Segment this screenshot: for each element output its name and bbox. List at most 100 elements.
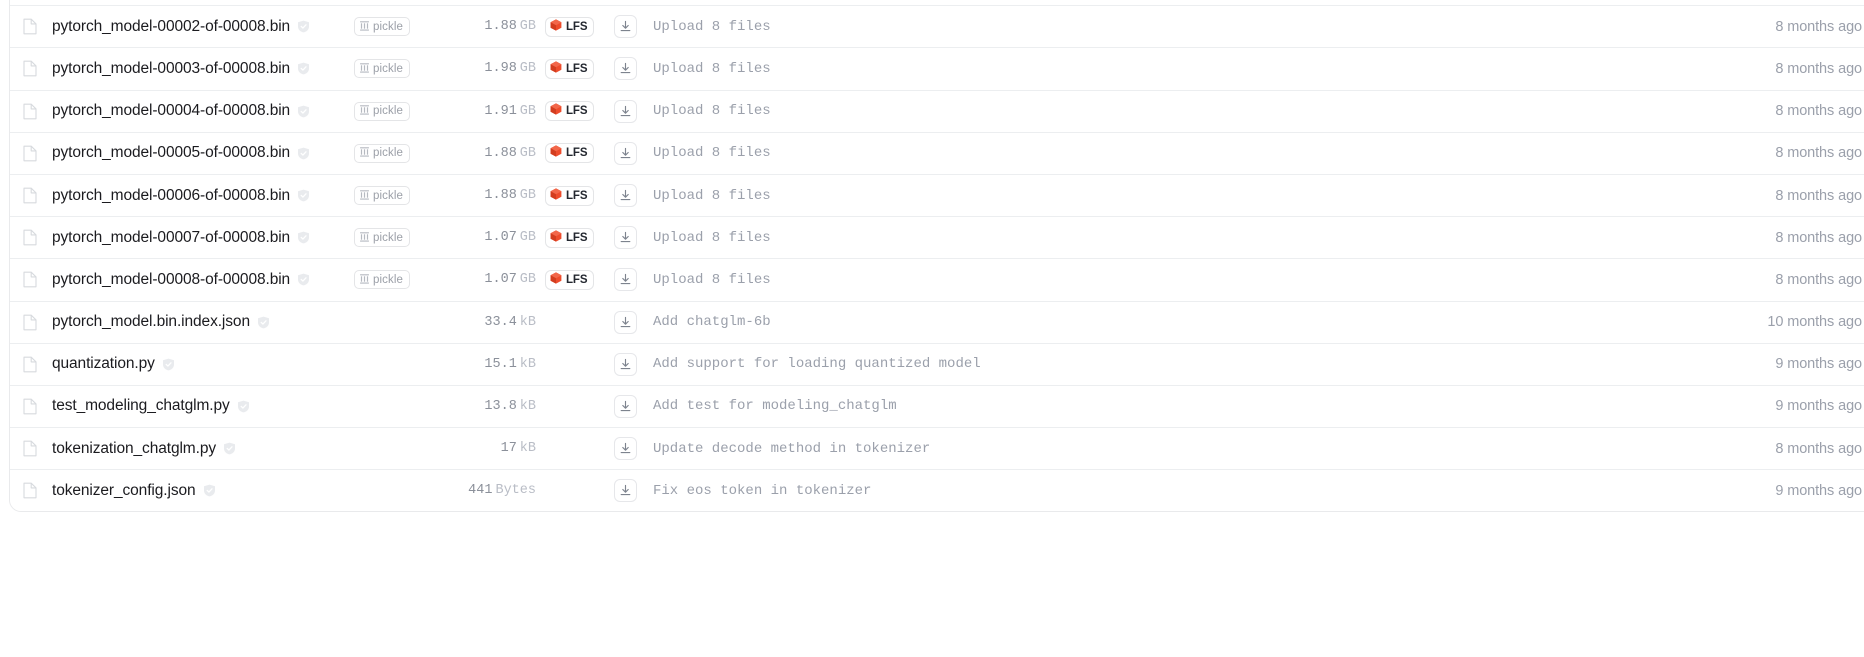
- lfs-badge[interactable]: LFS: [545, 269, 595, 290]
- file-name-cell[interactable]: tokenization_chatglm.py: [52, 440, 342, 458]
- table-row[interactable]: pytorch_model-00005-of-00008.bin pickle 1.…: [10, 131, 1864, 174]
- shield-check-icon[interactable]: [297, 62, 310, 75]
- shield-check-icon[interactable]: [297, 189, 310, 202]
- lfs-cell: LFS: [536, 58, 598, 79]
- table-row[interactable]: tokenization_chatglm.py 17 kB Update decode…: [10, 427, 1864, 470]
- shield-check-icon[interactable]: [257, 316, 270, 329]
- download-icon: [619, 358, 632, 371]
- commit-message[interactable]: Upload 8 files: [653, 19, 1662, 35]
- shield-check-icon[interactable]: [297, 147, 310, 160]
- table-row[interactable]: pytorch_model-00007-of-00008.bin pickle 1.…: [10, 216, 1864, 259]
- file-name-link[interactable]: pytorch_model-00002-of-00008.bin: [52, 18, 290, 36]
- shield-check-icon[interactable]: [162, 358, 175, 371]
- lfs-badge[interactable]: LFS: [545, 58, 595, 79]
- file-name-cell[interactable]: pytorch_model-00005-of-00008.bin: [52, 144, 342, 162]
- file-name-cell[interactable]: pytorch_model-00002-of-00008.bin: [52, 18, 342, 36]
- download-cell: [598, 57, 653, 81]
- file-name-cell[interactable]: test_modeling_chatglm.py: [52, 397, 342, 415]
- file-name-cell[interactable]: pytorch_model-00007-of-00008.bin: [52, 229, 342, 247]
- pickle-badge[interactable]: pickle: [354, 270, 411, 290]
- table-row[interactable]: pytorch_model-00003-of-00008.bin pickle 1.…: [10, 47, 1864, 90]
- file-name-link[interactable]: pytorch_model-00004-of-00008.bin: [52, 102, 290, 120]
- file-name-link[interactable]: pytorch_model-00008-of-00008.bin: [52, 271, 290, 289]
- commit-message[interactable]: Upload 8 files: [653, 145, 1662, 161]
- file-name-link[interactable]: tokenizer_config.json: [52, 482, 196, 500]
- file-name-cell[interactable]: pytorch_model-00004-of-00008.bin: [52, 102, 342, 120]
- pickle-badge[interactable]: pickle: [354, 101, 411, 121]
- shield-check-icon[interactable]: [297, 20, 310, 33]
- commit-timestamp: 8 months ago: [1775, 145, 1862, 162]
- table-row[interactable]: test_modeling_chatglm.py 13.8 kB Add test f…: [10, 384, 1864, 428]
- download-button[interactable]: [614, 479, 637, 503]
- pickle-badge[interactable]: pickle: [354, 17, 411, 37]
- download-button[interactable]: [614, 268, 637, 292]
- file-size-value: 17: [500, 441, 517, 457]
- lfs-badge-label: LFS: [566, 105, 588, 118]
- file-name-link[interactable]: pytorch_model-00003-of-00008.bin: [52, 60, 290, 78]
- file-name-cell[interactable]: quantization.py: [52, 355, 342, 373]
- file-name-link[interactable]: pytorch_model.bin.index.json: [52, 313, 250, 331]
- download-button[interactable]: [614, 141, 637, 165]
- table-row[interactable]: pytorch_model-00004-of-00008.bin pickle 1.…: [10, 89, 1864, 132]
- lfs-badge-label: LFS: [566, 147, 588, 160]
- shield-check-icon[interactable]: [223, 442, 236, 455]
- shield-check-icon[interactable]: [297, 231, 310, 244]
- download-button[interactable]: [614, 394, 637, 418]
- shield-check-icon[interactable]: [237, 400, 250, 413]
- lfs-badge[interactable]: LFS: [545, 227, 595, 248]
- lfs-badge[interactable]: LFS: [545, 185, 595, 206]
- shield-check-icon[interactable]: [297, 273, 310, 286]
- pickle-badge[interactable]: pickle: [354, 186, 411, 206]
- shield-check-icon[interactable]: [297, 105, 310, 118]
- download-button[interactable]: [614, 184, 637, 208]
- download-button[interactable]: [614, 99, 637, 123]
- file-name-link[interactable]: quantization.py: [52, 355, 155, 373]
- lfs-badge[interactable]: LFS: [545, 101, 595, 122]
- commit-message[interactable]: Fix eos token in tokenizer: [653, 483, 1662, 499]
- download-icon: [619, 189, 632, 202]
- commit-message[interactable]: Update decode method in tokenizer: [653, 441, 1662, 457]
- pickle-badge[interactable]: pickle: [354, 228, 411, 248]
- commit-message[interactable]: Upload 8 files: [653, 230, 1662, 246]
- table-row[interactable]: pytorch_model-00006-of-00008.bin pickle 1.…: [10, 173, 1864, 217]
- file-size-value: 1.07: [484, 230, 517, 246]
- commit-message[interactable]: Upload 8 files: [653, 188, 1662, 204]
- commit-message[interactable]: Add support for loading quantized model: [653, 356, 1662, 372]
- file-name-cell[interactable]: pytorch_model-00006-of-00008.bin: [52, 187, 342, 205]
- lfs-badge[interactable]: LFS: [545, 143, 595, 164]
- pickle-badge[interactable]: pickle: [354, 143, 411, 163]
- lfs-icon: [550, 18, 562, 36]
- download-button[interactable]: [614, 226, 637, 250]
- file-name-cell[interactable]: pytorch_model.bin.index.json: [52, 313, 342, 331]
- file-name-link[interactable]: pytorch_model-00007-of-00008.bin: [52, 229, 290, 247]
- commit-message[interactable]: Upload 8 files: [653, 103, 1662, 119]
- file-name-link[interactable]: pytorch_model-00006-of-00008.bin: [52, 187, 290, 205]
- download-button[interactable]: [614, 57, 637, 81]
- file-name-cell[interactable]: tokenizer_config.json: [52, 482, 342, 500]
- table-row[interactable]: pytorch_model-00002-of-00008.bin pickle 1.…: [10, 5, 1864, 48]
- lfs-badge[interactable]: LFS: [545, 16, 595, 37]
- file-name-link[interactable]: tokenization_chatglm.py: [52, 440, 216, 458]
- table-row[interactable]: pytorch_model-00008-of-00008.bin pickle 1.…: [10, 258, 1864, 301]
- lfs-icon: [550, 144, 562, 162]
- download-button[interactable]: [614, 310, 637, 334]
- download-button[interactable]: [614, 437, 637, 461]
- shield-check-icon[interactable]: [203, 484, 216, 497]
- pickle-badge[interactable]: pickle: [354, 59, 411, 79]
- download-icon: [619, 231, 632, 244]
- file-name-link[interactable]: test_modeling_chatglm.py: [52, 397, 230, 415]
- file-name-link[interactable]: pytorch_model-00005-of-00008.bin: [52, 144, 290, 162]
- table-row[interactable]: tokenizer_config.json 441 Bytes Fix eos tok…: [10, 469, 1864, 512]
- download-icon: [619, 400, 632, 413]
- file-name-cell[interactable]: pytorch_model-00003-of-00008.bin: [52, 60, 342, 78]
- download-button[interactable]: [614, 15, 637, 39]
- commit-message[interactable]: Upload 8 files: [653, 61, 1662, 77]
- file-size-cell: 1.91 GB: [428, 104, 536, 119]
- table-row[interactable]: quantization.py 15.1 kB Add support for loa…: [10, 342, 1864, 385]
- commit-message[interactable]: Add test for modeling_chatglm: [653, 398, 1662, 414]
- file-name-cell[interactable]: pytorch_model-00008-of-00008.bin: [52, 271, 342, 289]
- table-row[interactable]: pytorch_model.bin.index.json 33.4 kB Add ch…: [10, 300, 1864, 343]
- commit-message[interactable]: Add chatglm-6b: [653, 314, 1662, 330]
- download-button[interactable]: [614, 352, 637, 376]
- commit-message[interactable]: Upload 8 files: [653, 272, 1662, 288]
